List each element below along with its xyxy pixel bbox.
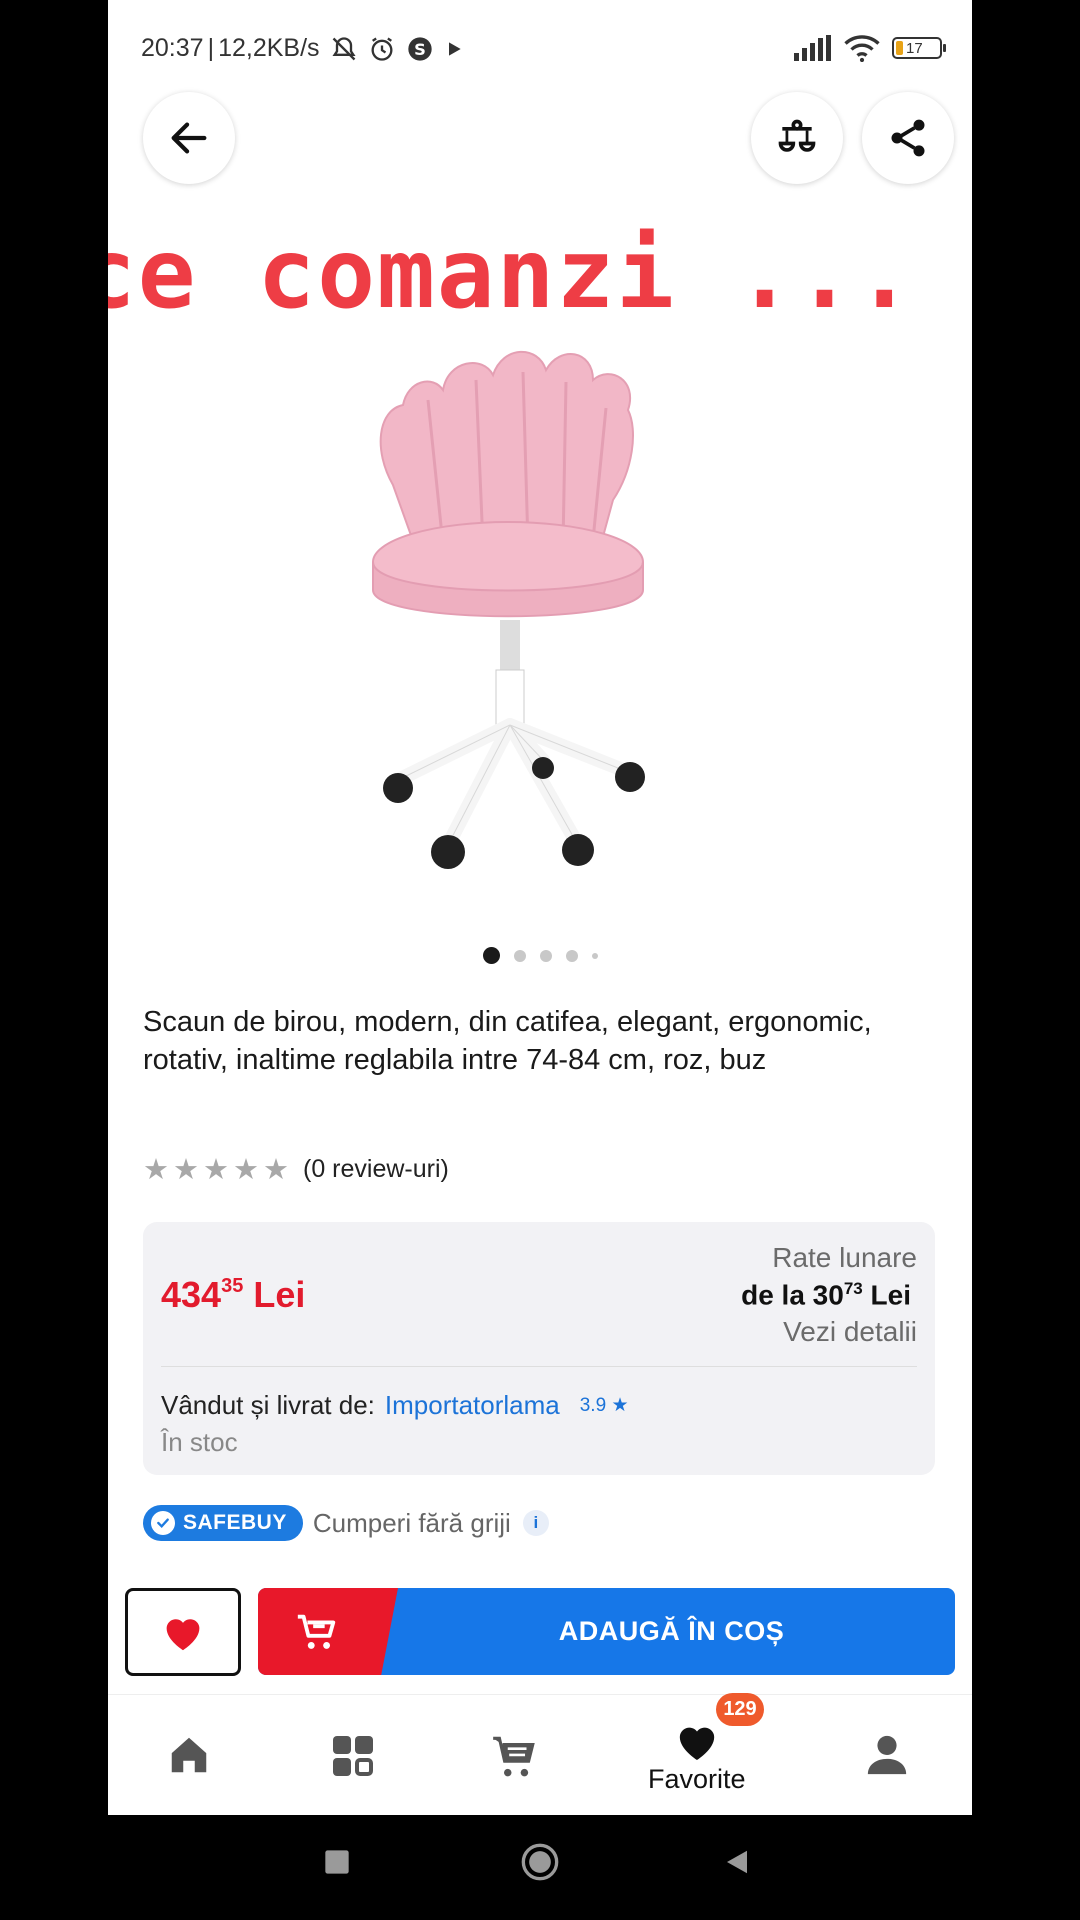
- info-icon[interactable]: i: [522, 1510, 549, 1536]
- nav-divider: [108, 1694, 972, 1695]
- arrow-left-icon: [171, 122, 207, 154]
- seller-row: Vândut și livrat de: Importatorlama 3.9 …: [161, 1390, 628, 1421]
- share-icon: [891, 119, 925, 157]
- system-navigation-bar: [0, 1815, 1080, 1920]
- safebuy-text: Cumperi fără griji: [312, 1507, 511, 1538]
- carousel-dot[interactable]: [565, 949, 578, 962]
- bottom-navigation: Favorite: [108, 1700, 972, 1815]
- compare-button[interactable]: [751, 92, 843, 184]
- battery-level: [896, 41, 903, 55]
- star-icon: ★: [263, 1153, 289, 1186]
- grid-icon: [333, 1736, 373, 1776]
- heart-icon: [679, 1727, 714, 1761]
- product-price: 43435 Lei: [161, 1274, 305, 1316]
- star-icon: ★: [143, 1153, 169, 1186]
- nav-categories[interactable]: [329, 1732, 377, 1780]
- price-box: 43435 Lei Rate lunare de la 3073 Lei Vez…: [143, 1222, 935, 1475]
- carousel-dot[interactable]: [513, 949, 526, 962]
- star-icon: ★: [173, 1153, 199, 1186]
- home-circle-icon[interactable]: [520, 1842, 560, 1882]
- battery-tip: [943, 44, 946, 52]
- home-icon: [171, 1737, 207, 1773]
- safebuy-badge: SAFEBUY: [143, 1505, 303, 1541]
- star-icon: ★: [233, 1153, 259, 1186]
- product-image[interactable]: [338, 340, 718, 880]
- battery-icon: 17: [892, 37, 946, 59]
- cart-icon: [297, 1614, 336, 1649]
- nav-cart[interactable]: [488, 1732, 540, 1782]
- favorites-count-badge: 129: [716, 1693, 764, 1726]
- share-button[interactable]: [862, 92, 954, 184]
- price-decimals: 35: [221, 1275, 244, 1297]
- seller-link[interactable]: Importatorlama: [385, 1390, 560, 1421]
- price-integer: 434: [161, 1274, 222, 1315]
- installments-prefix: de la 30: [741, 1279, 844, 1311]
- cart-icon-section: [258, 1588, 398, 1675]
- svg-text:S: S: [414, 39, 426, 58]
- status-time: 20:37: [141, 34, 204, 62]
- pink-chair-image: [372, 350, 645, 869]
- installments-currency: Lei: [870, 1279, 911, 1311]
- wifi-icon: [844, 35, 880, 62]
- scale-icon: [778, 119, 816, 152]
- overlay-caption: ce comanzi ...: [108, 218, 916, 330]
- safebuy-row[interactable]: SAFEBUY Cumperi fără griji i: [143, 1505, 549, 1541]
- app-notification-icon: S: [407, 36, 432, 61]
- alarm-icon: [371, 37, 393, 61]
- installments-decimals: 73: [843, 1279, 863, 1298]
- review-count[interactable]: (0 review-uri): [303, 1155, 449, 1184]
- status-separator: |: [207, 34, 215, 62]
- rating-row[interactable]: ★ ★ ★ ★ ★ (0 review-uri): [143, 1155, 449, 1184]
- seller-label: Vândut și livrat de:: [161, 1390, 375, 1420]
- safebuy-label: SAFEBUY: [183, 1511, 287, 1534]
- add-to-cart-label: ADAUGĂ ÎN COȘ: [558, 1616, 785, 1646]
- signal-icon: [794, 35, 831, 61]
- installments-value: de la 3073 Lei: [741, 1279, 911, 1311]
- add-to-cart-button[interactable]: ADAUGĂ ÎN COȘ: [258, 1588, 955, 1675]
- cart-icon: [493, 1736, 535, 1777]
- add-to-favorites-button[interactable]: [125, 1588, 241, 1676]
- status-right: 17: [794, 34, 946, 62]
- back-button[interactable]: [143, 92, 235, 184]
- nav-favorites[interactable]: Favorite: [648, 1720, 746, 1795]
- star-icon: ★: [611, 1395, 629, 1416]
- status-left: 20:37 | 12,2KB/s S: [141, 34, 464, 63]
- user-icon: [867, 1735, 907, 1775]
- price-currency: Lei: [253, 1274, 306, 1315]
- app-screen: 20:37 | 12,2KB/s S 17 ce comanzi ... Sca…: [108, 0, 972, 1815]
- battery-text: 17: [906, 39, 923, 57]
- seller-score-value: 3.9: [579, 1395, 607, 1416]
- mute-bell-icon: [332, 36, 356, 60]
- network-speed: 12,2KB/s: [218, 34, 320, 62]
- status-bar: 20:37 | 12,2KB/s S 17: [108, 0, 972, 100]
- image-carousel-dots: [108, 947, 972, 964]
- divider: [161, 1366, 917, 1367]
- star-icon: ★: [203, 1153, 229, 1186]
- heart-icon: [166, 1619, 200, 1651]
- product-title: Scaun de birou, modern, din catifea, ele…: [143, 1006, 872, 1076]
- nav-home[interactable]: [165, 1732, 213, 1778]
- details-link[interactable]: Vezi detalii: [783, 1316, 917, 1348]
- carousel-dot[interactable]: [539, 949, 552, 962]
- check-icon: [151, 1511, 175, 1535]
- play-icon: [448, 41, 461, 56]
- carousel-dot[interactable]: [482, 947, 500, 964]
- seller-score: 3.9 ★: [580, 1394, 629, 1417]
- nav-account[interactable]: [864, 1732, 910, 1778]
- back-triangle-icon[interactable]: [722, 1847, 752, 1877]
- carousel-dot[interactable]: [591, 952, 598, 959]
- stock-status: În stoc: [161, 1427, 238, 1457]
- nav-favorites-label: Favorite: [648, 1764, 746, 1794]
- recent-apps-icon[interactable]: [323, 1848, 351, 1876]
- installments-label: Rate lunare: [772, 1242, 917, 1273]
